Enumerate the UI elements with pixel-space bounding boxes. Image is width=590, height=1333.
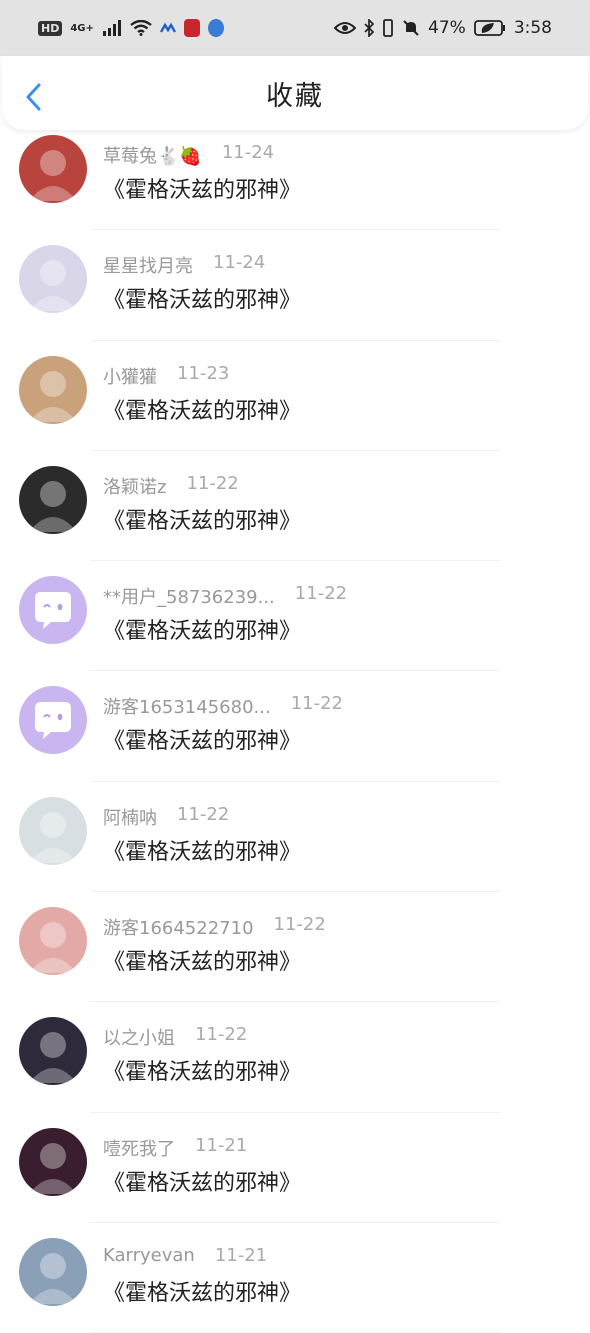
date: 11-22 bbox=[290, 693, 343, 715]
book-title[interactable]: 《霍格沃兹的邪神》 bbox=[103, 172, 301, 204]
avatar[interactable] bbox=[19, 907, 87, 976]
list-item[interactable]: 洛颖诺z 11-22 《霍格沃兹的邪神》 bbox=[0, 451, 590, 562]
user-photo bbox=[29, 1032, 77, 1084]
book-title[interactable]: 《霍格沃兹的邪神》 bbox=[103, 944, 301, 976]
list-item[interactable]: 草莓兔🐇🍓 11-24 《霍格沃兹的邪神》 bbox=[0, 120, 590, 231]
list-item[interactable]: 小獾獾 11-23 《霍格沃兹的邪神》 bbox=[0, 341, 590, 451]
item-meta: 洛颖诺z 11-22 bbox=[103, 473, 239, 499]
avatar[interactable] bbox=[19, 576, 87, 645]
back-button[interactable] bbox=[22, 82, 46, 112]
list-item[interactable]: **用户_58736239... 11-22 《霍格沃兹的邪神》 bbox=[0, 561, 590, 672]
book-title[interactable]: 《霍格沃兹的邪神》 bbox=[103, 723, 301, 755]
app-icon bbox=[159, 22, 176, 33]
browser-app-icon bbox=[207, 19, 224, 37]
user-photo bbox=[29, 260, 77, 312]
book-title[interactable]: 《霍格沃兹的邪神》 bbox=[103, 1054, 301, 1086]
book-title[interactable]: 《霍格沃兹的邪神》 bbox=[103, 282, 301, 314]
date: 11-23 bbox=[177, 362, 230, 384]
date: 11-21 bbox=[195, 1134, 248, 1156]
user-photo bbox=[29, 150, 77, 201]
username[interactable]: 小獾獾 bbox=[103, 363, 157, 389]
favorites-list: 草莓兔🐇🍓 11-24 《霍格沃兹的邪神》 星星找月亮 11-24 《霍格沃兹的邪神》 小獾… bbox=[0, 120, 590, 1333]
user-photo bbox=[29, 480, 77, 532]
avatar[interactable] bbox=[19, 1237, 87, 1306]
item-meta: 游客1653145680... 11-22 bbox=[103, 693, 343, 719]
book-title[interactable]: 《霍格沃兹的邪神》 bbox=[103, 393, 301, 425]
item-meta: 草莓兔🐇🍓 11-24 bbox=[103, 142, 274, 168]
username[interactable]: **用户_58736239... bbox=[103, 583, 275, 609]
avatar[interactable] bbox=[19, 245, 87, 314]
page-title: 收藏 bbox=[266, 80, 324, 112]
avatar[interactable] bbox=[19, 796, 87, 865]
avatar[interactable] bbox=[19, 465, 87, 534]
date: 11-21 bbox=[214, 1244, 268, 1266]
username[interactable]: 阿楠呐 bbox=[103, 804, 157, 830]
default-avatar-icon bbox=[35, 702, 71, 740]
item-meta: 星星找月亮 11-24 bbox=[103, 252, 265, 278]
list-item[interactable]: 游客1653145680... 11-22 《霍格沃兹的邪神》 bbox=[0, 671, 590, 782]
username[interactable]: 星星找月亮 bbox=[103, 252, 193, 278]
avatar[interactable] bbox=[19, 686, 87, 755]
book-title[interactable]: 《霍格沃兹的邪神》 bbox=[103, 613, 301, 645]
battery-icon bbox=[473, 20, 505, 36]
top-app-bar: 收藏 bbox=[2, 56, 588, 130]
username[interactable]: 游客1653145680... bbox=[103, 693, 271, 719]
book-title[interactable]: 《霍格沃兹的邪神》 bbox=[103, 503, 301, 535]
date: 11-22 bbox=[186, 472, 239, 494]
status-right: 47% 3:58 bbox=[334, 18, 552, 38]
user-photo bbox=[29, 922, 77, 974]
list-item[interactable]: Karryevan 11-21 《霍格沃兹的邪神》 bbox=[0, 1223, 590, 1333]
user-photo bbox=[29, 1142, 77, 1194]
item-meta: 噎死我了 11-21 bbox=[103, 1135, 247, 1161]
item-meta: Karryevan 11-21 bbox=[103, 1245, 267, 1266]
default-avatar-icon bbox=[35, 592, 71, 630]
clock: 3:58 bbox=[513, 18, 552, 38]
username[interactable]: 草莓兔🐇🍓 bbox=[103, 142, 202, 168]
date: 11-22 bbox=[273, 914, 326, 936]
username[interactable]: 游客1664522710 bbox=[103, 914, 254, 940]
vibrate-icon bbox=[383, 19, 393, 37]
list-item[interactable]: 游客1664522710 11-22 《霍格沃兹的邪神》 bbox=[0, 892, 590, 1003]
mic-app-icon bbox=[183, 19, 200, 37]
date: 11-24 bbox=[221, 142, 275, 163]
bluetooth-icon bbox=[364, 19, 375, 37]
item-meta: **用户_58736239... 11-22 bbox=[103, 583, 347, 609]
avatar[interactable] bbox=[19, 1127, 87, 1196]
list-item[interactable]: 以之小姐 11-22 《霍格沃兹的邪神》 bbox=[0, 1002, 590, 1113]
status-left: HD 4G+ bbox=[38, 19, 224, 37]
item-meta: 以之小姐 11-22 bbox=[103, 1024, 247, 1050]
date: 11-24 bbox=[213, 252, 266, 274]
item-meta: 游客1664522710 11-22 bbox=[103, 914, 326, 940]
user-photo bbox=[29, 1252, 77, 1304]
wifi-icon bbox=[130, 20, 152, 36]
avatar[interactable] bbox=[19, 1017, 87, 1086]
username[interactable]: 以之小姐 bbox=[103, 1024, 175, 1050]
date: 11-22 bbox=[177, 803, 230, 825]
username[interactable]: 洛颖诺z bbox=[103, 473, 166, 499]
avatar[interactable] bbox=[19, 355, 87, 424]
username[interactable]: 噎死我了 bbox=[103, 1135, 175, 1161]
list-item[interactable]: 阿楠呐 11-22 《霍格沃兹的邪神》 bbox=[0, 782, 590, 893]
mute-icon bbox=[403, 20, 419, 36]
item-meta: 阿楠呐 11-22 bbox=[103, 804, 229, 830]
list-item[interactable]: 噎死我了 11-21 《霍格沃兹的邪神》 bbox=[0, 1113, 590, 1223]
status-bar: HD 4G+ 47% 3:58 bbox=[0, 0, 590, 56]
date: 11-22 bbox=[195, 1024, 248, 1046]
user-photo bbox=[29, 811, 77, 863]
hd-badge: HD bbox=[38, 20, 63, 36]
username[interactable]: Karryevan bbox=[103, 1245, 195, 1266]
date: 11-22 bbox=[294, 583, 348, 605]
list-item[interactable]: 星星找月亮 11-24 《霍格沃兹的邪神》 bbox=[0, 230, 590, 341]
item-meta: 小獾獾 11-23 bbox=[103, 363, 229, 389]
avatar[interactable] bbox=[19, 135, 87, 203]
book-title[interactable]: 《霍格沃兹的邪神》 bbox=[103, 1165, 301, 1197]
battery-percent: 47% bbox=[428, 18, 466, 38]
user-photo bbox=[29, 370, 77, 422]
eye-icon bbox=[334, 22, 357, 34]
network-type: 4G+ bbox=[70, 22, 94, 34]
book-title[interactable]: 《霍格沃兹的邪神》 bbox=[103, 834, 301, 866]
signal-icon bbox=[102, 20, 121, 36]
